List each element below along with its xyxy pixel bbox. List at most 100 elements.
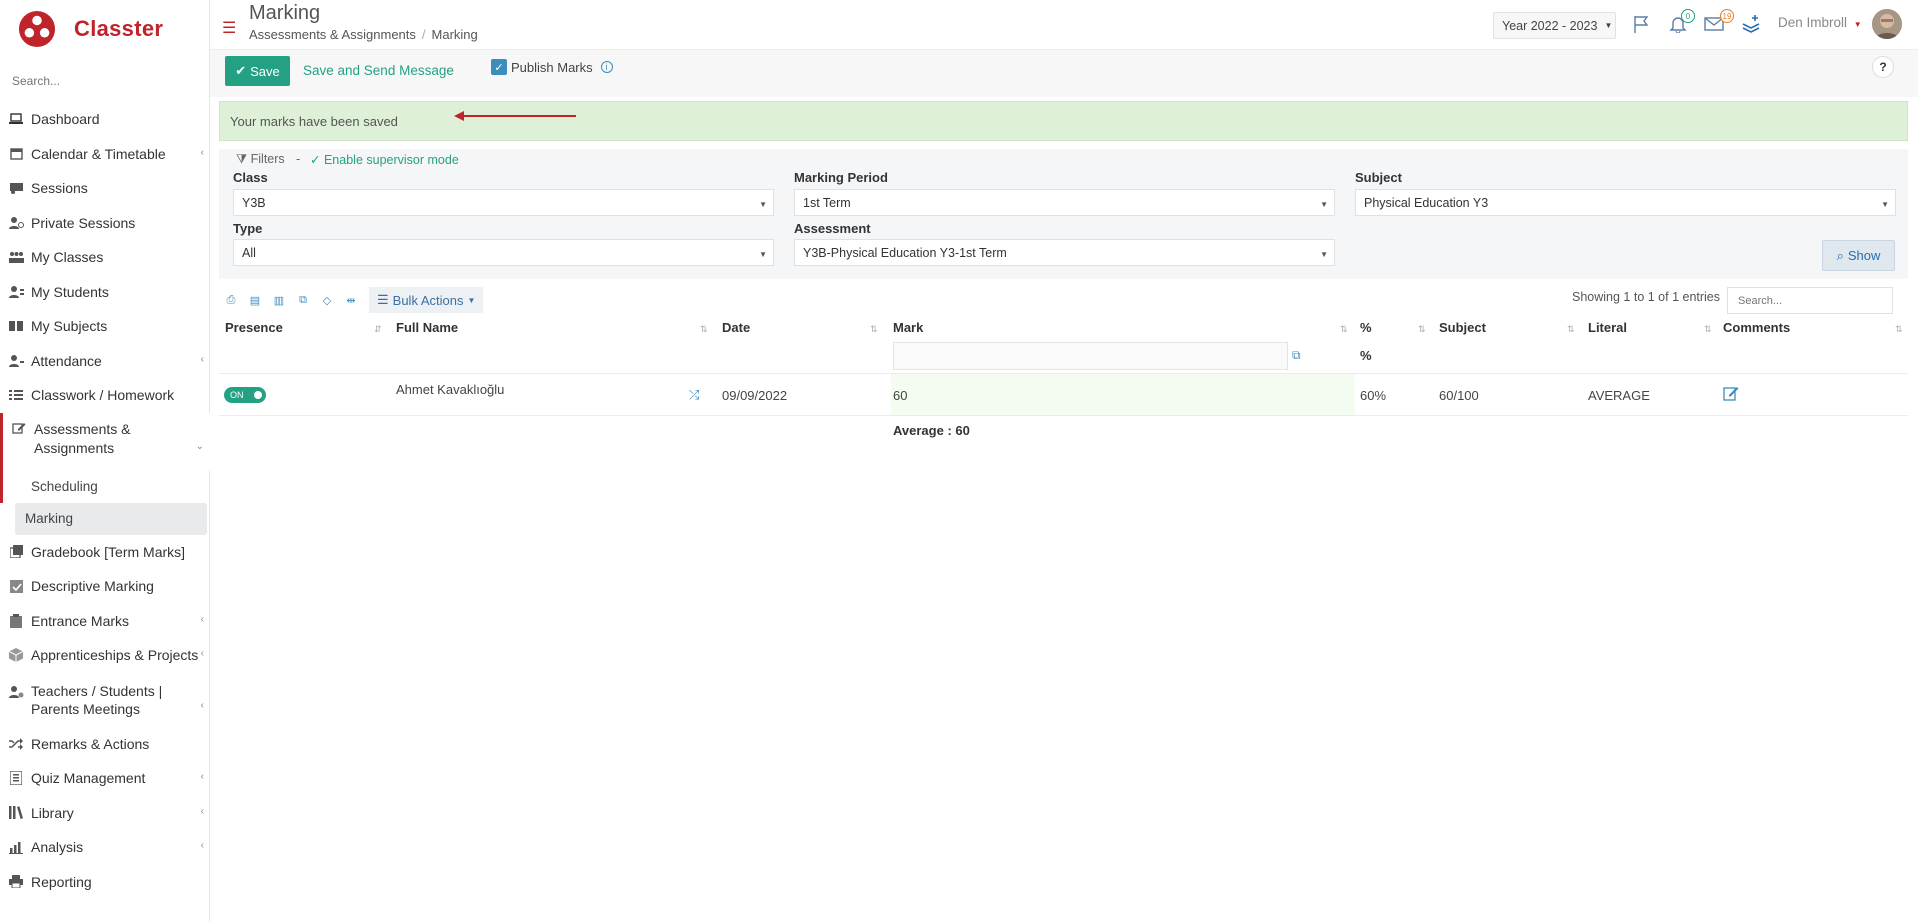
column-header-date[interactable]: Date xyxy=(722,320,750,335)
publish-marks-checkbox[interactable]: ✓ Publish Marks i xyxy=(491,59,613,75)
sidebar-item-assessments[interactable]: Assessments & Assignments ⌄ xyxy=(0,412,210,471)
caret-down-icon: ▼ xyxy=(759,200,767,209)
sidebar-item-remarks[interactable]: Remarks & Actions xyxy=(0,727,210,762)
column-header-percent[interactable]: % xyxy=(1360,320,1372,335)
excel-icon[interactable]: ▤ xyxy=(243,294,267,307)
type-select-value: All xyxy=(242,246,256,260)
save-and-send-message-button[interactable]: Save and Send Message xyxy=(303,63,454,78)
sidebar-subitem-marking[interactable]: Marking xyxy=(15,502,207,535)
type-select[interactable]: All ▼ xyxy=(233,239,774,266)
chevron-left-icon: ‹ xyxy=(200,146,204,158)
sidebar-item-sessions[interactable]: Sessions xyxy=(0,171,210,206)
sidebar-item-library[interactable]: Library ‹ xyxy=(0,796,210,831)
edit-comment-icon[interactable] xyxy=(1723,385,1739,404)
sort-icon[interactable]: ⇅ xyxy=(1895,324,1903,335)
breadcrumb-item-assessments[interactable]: Assessments & Assignments xyxy=(249,27,416,42)
filters-toggle[interactable]: ⧩ Filters xyxy=(236,152,285,167)
sort-icon[interactable]: ⇅ xyxy=(1567,324,1575,335)
bulk-mark-input[interactable] xyxy=(893,342,1288,370)
sort-icon[interactable]: ⇅ xyxy=(700,324,708,335)
shuffle-icon[interactable]: ⤮ xyxy=(689,387,699,403)
sort-icon[interactable]: ⇅ xyxy=(1340,324,1348,335)
copy-icon[interactable]: ⧉ xyxy=(291,294,315,307)
filters-separator: - xyxy=(296,152,301,166)
sidebar-item-label: Classwork / Homework xyxy=(31,387,175,404)
sidebar-item-gradebook[interactable]: Gradebook [Term Marks] xyxy=(0,535,210,570)
class-select-value: Y3B xyxy=(242,196,266,210)
subject-select[interactable]: Physical Education Y3 ▼ xyxy=(1355,189,1896,216)
table-row: ON Ahmet Kavaklıoğlu ⤮ 09/09/2022 60 60%… xyxy=(219,374,1908,416)
caret-down-icon: ▼ xyxy=(1853,20,1862,29)
help-button[interactable]: ? xyxy=(1872,56,1894,78)
user-menu[interactable]: Den Imbroll ▼ xyxy=(1778,15,1862,30)
app-root: Classter Dashboard Calendar & Timetable … xyxy=(0,0,1918,921)
presence-toggle-label: ON xyxy=(230,390,244,400)
sidebar-item-label: Sessions xyxy=(31,180,88,197)
column-header-subject[interactable]: Subject xyxy=(1439,320,1486,335)
sort-icon[interactable]: ⇵ xyxy=(374,324,382,335)
sidebar-item-my-students[interactable]: My Students xyxy=(0,275,210,310)
sort-icon[interactable]: ⇅ xyxy=(870,324,878,335)
column-header-mark[interactable]: Mark xyxy=(893,320,923,335)
sidebar-item-classwork[interactable]: Classwork / Homework xyxy=(0,378,210,413)
breadcrumb: Assessments & Assignments / Marking xyxy=(249,27,478,42)
sidebar-item-attendance[interactable]: Attendance ‹ xyxy=(0,344,210,379)
bell-icon[interactable]: 0 xyxy=(1667,9,1695,35)
bulk-actions-button[interactable]: ☰ Bulk Actions ▼ xyxy=(369,287,484,313)
sidebar: Classter Dashboard Calendar & Timetable … xyxy=(0,0,210,921)
copy-mark-icon[interactable]: ⧉ xyxy=(1292,348,1301,363)
sidebar-item-descriptive-marking[interactable]: Descriptive Marking xyxy=(0,569,210,604)
pdf-icon[interactable]: ▥ xyxy=(267,294,291,307)
year-select[interactable]: Year 2022 - 2023 ▼ xyxy=(1493,12,1616,39)
column-header-full-name[interactable]: Full Name xyxy=(396,320,458,335)
assessment-select[interactable]: Y3B-Physical Education Y3-1st Term ▼ xyxy=(794,239,1335,266)
compress-icon[interactable]: ⇹ xyxy=(339,294,363,307)
presence-toggle[interactable]: ON xyxy=(224,387,266,403)
sort-icon[interactable]: ⇅ xyxy=(1704,324,1712,335)
column-header-comments[interactable]: Comments xyxy=(1723,320,1790,335)
average-mark: Average : 60 xyxy=(893,423,970,438)
avatar[interactable] xyxy=(1872,9,1902,39)
table-toolbar: ⎙ ▤ ▥ ⧉ ◇ ⇹ ☰ Bulk Actions ▼ xyxy=(219,287,484,313)
marking-period-select[interactable]: 1st Term ▼ xyxy=(794,189,1335,216)
sidebar-item-my-subjects[interactable]: My Subjects xyxy=(0,309,210,344)
caret-down-icon: ▼ xyxy=(759,250,767,259)
caret-down-icon: ▼ xyxy=(1881,200,1889,209)
clipboard-icon xyxy=(8,613,24,629)
sidebar-item-quiz[interactable]: Quiz Management ‹ xyxy=(0,761,210,796)
hamburger-menu-icon[interactable]: ☰ xyxy=(222,18,236,38)
sidebar-item-my-classes[interactable]: My Classes xyxy=(0,240,210,275)
sidebar-item-reporting[interactable]: Reporting xyxy=(0,865,210,900)
sidebar-subitem-scheduling[interactable]: Scheduling xyxy=(0,470,210,503)
gradebook-icon xyxy=(8,544,24,560)
class-select[interactable]: Y3B ▼ xyxy=(233,189,774,216)
eraser-icon[interactable]: ◇ xyxy=(315,294,339,307)
table-search-input[interactable] xyxy=(1727,287,1893,314)
sidebar-item-calendar[interactable]: Calendar & Timetable ‹ xyxy=(0,137,210,172)
search-icon: ⌕ xyxy=(1836,247,1844,263)
action-toolbar: ✔ Save Save and Send Message ✓ Publish Ma… xyxy=(210,49,1918,97)
sort-icon[interactable]: ⇅ xyxy=(1418,324,1426,335)
logo[interactable]: Classter xyxy=(18,4,163,54)
classes-icon xyxy=(8,249,24,265)
caret-down-icon: ▼ xyxy=(1320,250,1328,259)
column-header-literal[interactable]: Literal xyxy=(1588,320,1627,335)
print-icon[interactable]: ⎙ xyxy=(219,294,243,307)
checkbox-checked-icon[interactable]: ✓ xyxy=(491,59,507,75)
info-icon[interactable]: i xyxy=(600,61,613,73)
enable-supervisor-mode-link[interactable]: ✓ Enable supervisor mode xyxy=(310,152,459,167)
save-button[interactable]: ✔ Save xyxy=(225,56,290,86)
sidebar-item-apprenticeships[interactable]: Apprenticeships & Projects ‹ xyxy=(0,638,210,673)
sidebar-item-entrance-marks[interactable]: Entrance Marks ‹ xyxy=(0,604,210,639)
sidebar-item-private-sessions[interactable]: Private Sessions xyxy=(0,206,210,241)
sidebar-search-input[interactable] xyxy=(12,68,198,94)
sidebar-item-dashboard[interactable]: Dashboard xyxy=(0,102,210,137)
column-header-presence[interactable]: Presence xyxy=(225,320,283,335)
envelope-icon[interactable]: 19 xyxy=(1703,9,1734,35)
layers-add-icon[interactable] xyxy=(1740,13,1762,35)
flag-icon[interactable] xyxy=(1631,13,1653,35)
sidebar-item-meetings[interactable]: Teachers / Students | Parents Meetings ‹ xyxy=(0,673,210,727)
mark-cell[interactable]: 60 xyxy=(891,374,1355,415)
sidebar-item-analysis[interactable]: Analysis ‹ xyxy=(0,830,210,865)
show-button[interactable]: ⌕ Show xyxy=(1822,240,1895,271)
